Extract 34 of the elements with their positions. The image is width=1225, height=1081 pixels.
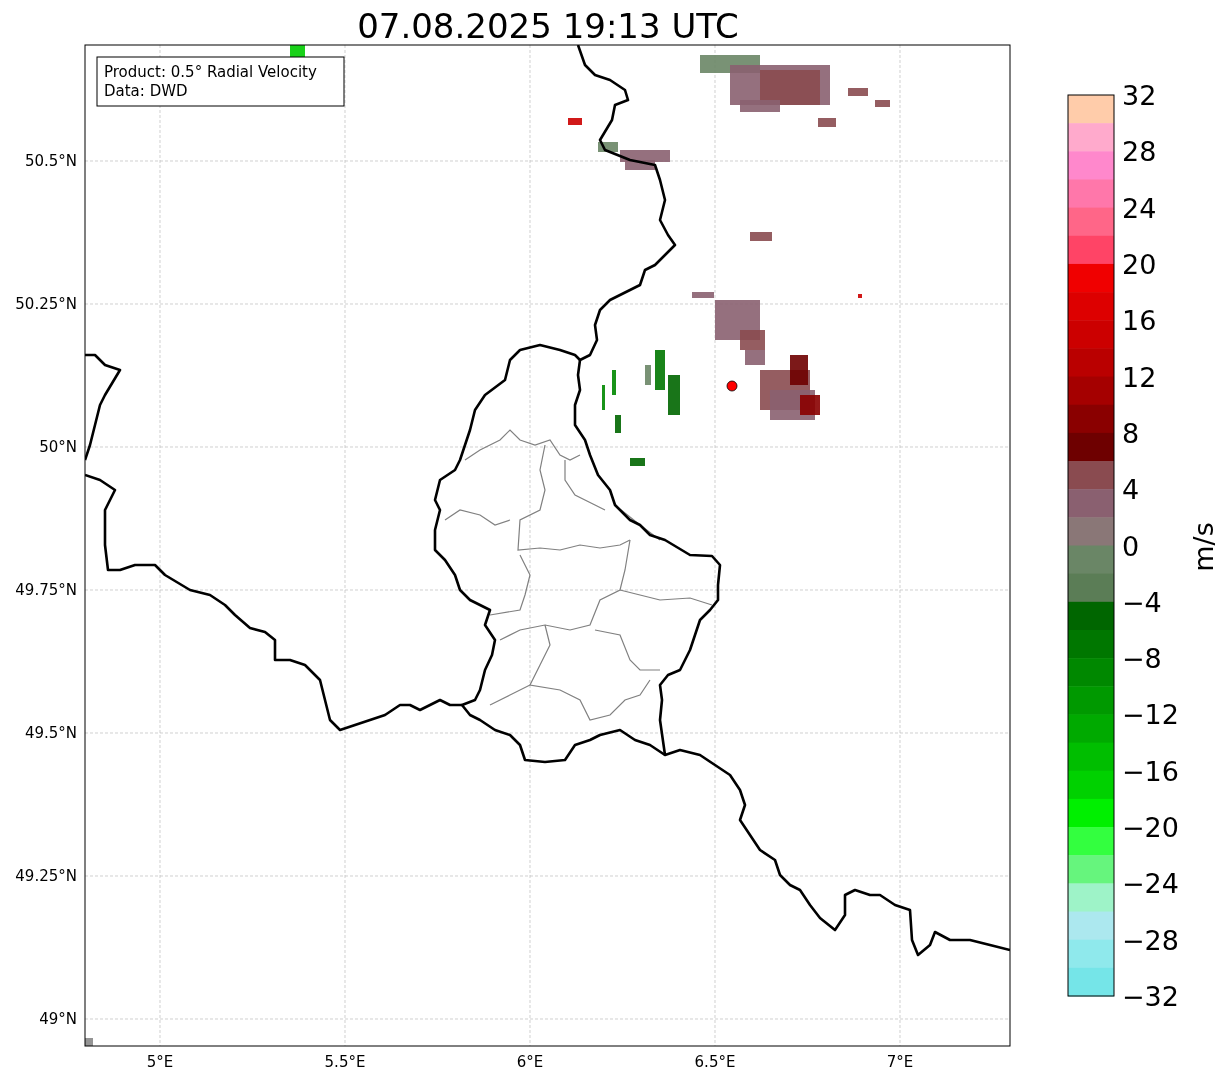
latitude-label: 50.25°N <box>15 295 77 313</box>
latitude-label: 50.5°N <box>24 152 77 170</box>
longitude-label: 5.5°E <box>324 1053 366 1071</box>
colorbar-tick-label: 28 <box>1122 136 1157 168</box>
colorbar-tick-label: 0 <box>1122 530 1140 562</box>
colorbar-tick-label: −28 <box>1122 924 1179 956</box>
longitude-label: 5°E <box>146 1053 174 1071</box>
latitude-label: 49.5°N <box>24 724 77 742</box>
longitude-label: 6°E <box>516 1053 544 1071</box>
latitude-label: 49.75°N <box>15 581 77 599</box>
latitude-label: 50°N <box>39 438 77 456</box>
info-text: Data: DWD <box>104 82 188 100</box>
colorbar-tick-label: 4 <box>1122 474 1140 506</box>
colorbar-tick-label: −12 <box>1122 699 1179 731</box>
latitude-label: 49.25°N <box>15 867 77 885</box>
longitude-label: 6.5°E <box>694 1053 736 1071</box>
colorbar-tick-label: −24 <box>1122 868 1179 900</box>
colorbar-tick-label: 16 <box>1122 305 1157 337</box>
colorbar-tick-label: 8 <box>1122 417 1140 449</box>
colorbar-tick-label: 32 <box>1122 80 1157 111</box>
colorbar-tick-label: −20 <box>1122 812 1179 844</box>
colorbar-tick-label: 24 <box>1122 192 1157 224</box>
colorbar-tick-label: 20 <box>1122 248 1157 280</box>
colorbar-tick-label: −8 <box>1122 643 1162 675</box>
colorbar-tick-label: −16 <box>1122 755 1179 787</box>
colorbar-label: m/s <box>1188 522 1219 572</box>
latitude-label: 49°N <box>39 1010 77 1028</box>
colorbar-tick-label: −32 <box>1122 981 1179 1012</box>
chart-title: 07.08.2025 19:13 UTC <box>357 6 739 46</box>
longitude-label: 7°E <box>886 1053 914 1071</box>
info-text: Product: 0.5° Radial Velocity <box>104 63 317 81</box>
colorbar-tick-label: 12 <box>1122 361 1157 393</box>
colorbar-tick-label: −4 <box>1122 586 1162 618</box>
radar-site-marker <box>726 380 738 392</box>
